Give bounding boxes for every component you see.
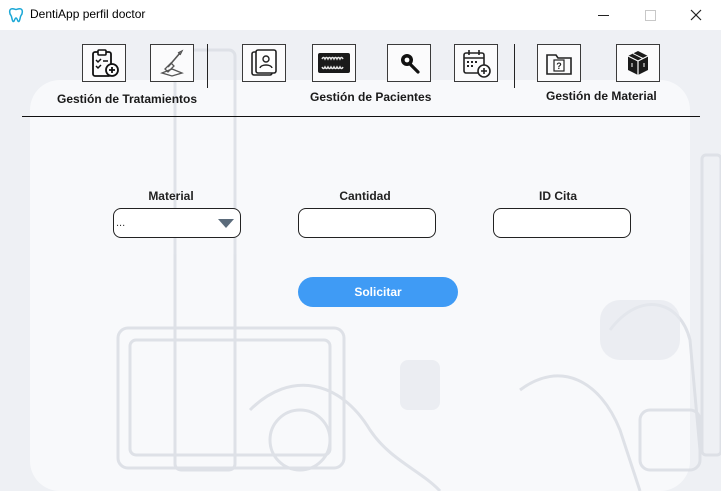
calendar-plus-icon — [463, 50, 491, 78]
cantidad-label: Cantidad — [339, 189, 391, 203]
material-dropdown-value: ... — [116, 217, 126, 229]
brush-icon — [160, 49, 184, 77]
toolbar-separator — [514, 44, 515, 88]
material-folder-button[interactable]: ? — [537, 44, 581, 82]
tooth-icon — [8, 7, 24, 23]
boxes-icon — [627, 51, 649, 75]
material-dropdown[interactable]: ... — [113, 208, 241, 238]
svg-text:?: ? — [556, 61, 562, 71]
patient-file-button[interactable] — [242, 44, 286, 82]
patients-group-label: Gestión de Pacientes — [310, 90, 432, 104]
clipboard-plus-icon — [92, 49, 119, 77]
toolbar-divider — [22, 116, 700, 117]
treatments-group-label: Gestión de Tratamientos — [57, 92, 198, 106]
close-button[interactable] — [673, 0, 719, 30]
minimize-button[interactable] — [580, 0, 626, 30]
chevron-down-icon — [218, 219, 234, 228]
main-content: ? Gestión de Tratamientos Gestión de Pac… — [0, 30, 721, 491]
close-icon — [690, 9, 702, 21]
patient-file-icon — [251, 49, 277, 76]
id-cita-label: ID Cita — [538, 189, 577, 203]
minimize-icon — [597, 14, 609, 16]
maximize-icon — [644, 9, 656, 21]
search-patient-button[interactable] — [387, 44, 431, 82]
material-label: Material — [148, 189, 194, 203]
material-boxes-button[interactable] — [616, 44, 660, 82]
treatment-brush-button[interactable] — [150, 44, 194, 82]
folder-question-icon: ? — [546, 54, 572, 75]
cantidad-input[interactable] — [298, 208, 436, 238]
teeth-xray-button[interactable] — [312, 44, 356, 82]
material-group-label: Gestión de Material — [546, 89, 657, 103]
treatment-clipboard-button[interactable] — [82, 44, 126, 82]
id-cita-input[interactable] — [493, 208, 631, 238]
title-bar: DentiApp perfil doctor — [0, 0, 721, 30]
window-title: DentiApp perfil doctor — [30, 7, 146, 21]
teeth-xray-icon — [318, 53, 350, 73]
solicitar-button[interactable]: Solicitar — [298, 277, 458, 307]
toolbar-separator — [207, 44, 208, 88]
maximize-button[interactable] — [627, 0, 673, 30]
calendar-add-button[interactable] — [454, 44, 498, 82]
material-panel: ? Gestión de Tratamientos Gestión de Pac… — [0, 30, 721, 491]
search-icon — [401, 54, 420, 74]
